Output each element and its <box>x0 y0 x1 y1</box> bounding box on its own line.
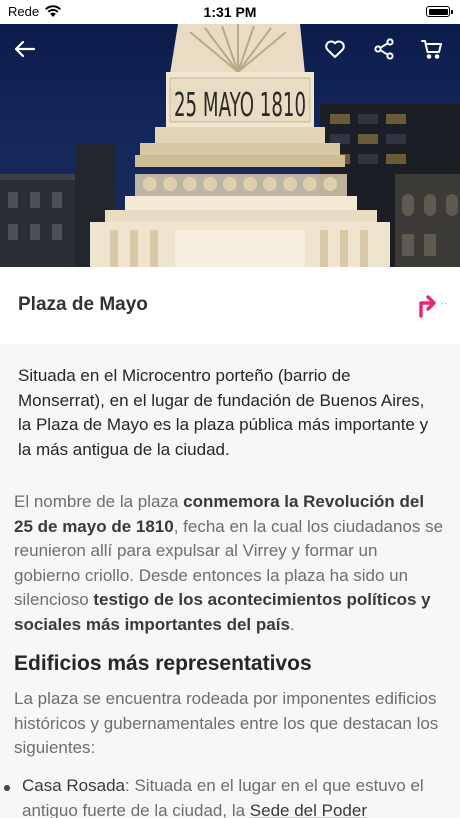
more-indicator: ·· <box>441 298 448 309</box>
status-bar: Rede 1:31 PM <box>0 0 460 24</box>
building-name: Casa Rosada <box>22 776 126 795</box>
battery-icon <box>426 6 453 17</box>
building-link[interactable]: Sede del Poder <box>250 801 367 818</box>
page-title: Plaza de Mayo <box>18 294 148 315</box>
list-item: Casa Rosada: Situada en el lugar en el q… <box>22 774 446 818</box>
history-paragraph: El nombre de la plaza conmemora la Revol… <box>14 490 446 637</box>
article-content: Situada en el Microcentro porteño (barri… <box>0 344 460 818</box>
buildings-intro-paragraph: La plaza se encuentra rodeada por impone… <box>14 689 439 757</box>
monument-inscription: 25 MAYO 1810 <box>174 85 306 124</box>
status-time: 1:31 PM <box>203 4 257 20</box>
title-bar: Plaza de Mayo <box>0 267 460 344</box>
share-icon <box>374 38 394 60</box>
hero-image: 25 MAYO 1810 <box>0 24 460 267</box>
directions-button[interactable] <box>416 292 438 318</box>
intro-paragraph: Situada en el Microcentro porteño (barri… <box>18 366 429 459</box>
section-title: Edificios más representativos <box>14 652 312 675</box>
directions-arrow-icon <box>419 295 436 318</box>
cart-icon <box>421 40 442 59</box>
bullet-icon <box>4 785 10 791</box>
back-button[interactable] <box>10 34 40 64</box>
history-text-1: El nombre de la plaza <box>14 492 184 511</box>
cart-button[interactable] <box>417 34 447 64</box>
favorite-button[interactable] <box>320 34 350 64</box>
heart-icon <box>325 40 345 58</box>
back-arrow-icon <box>14 40 36 58</box>
share-button[interactable] <box>369 34 399 64</box>
history-text-3: . <box>289 614 295 634</box>
